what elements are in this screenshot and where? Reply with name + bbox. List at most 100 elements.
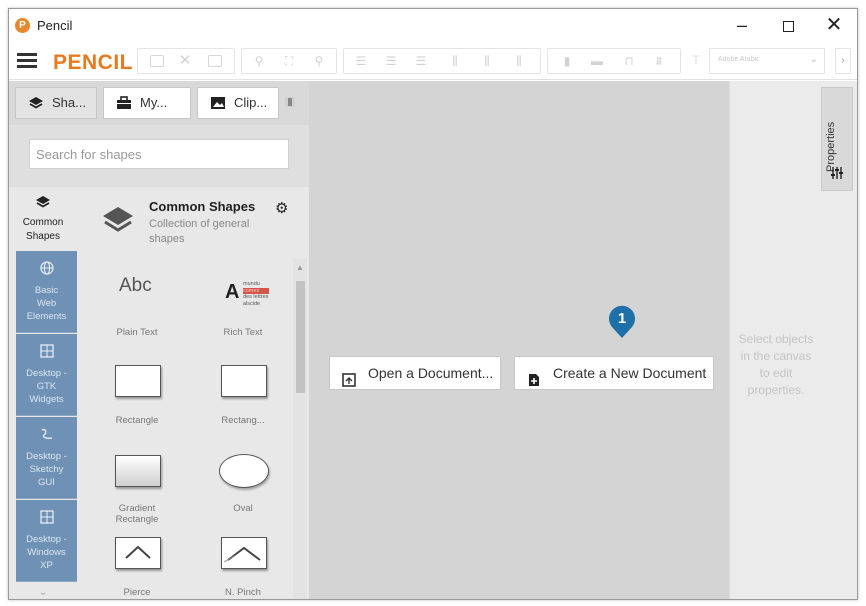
collection-label: Shapes xyxy=(26,231,60,242)
properties-tab[interactable]: Properties xyxy=(821,87,853,191)
shape-label: Plain Text xyxy=(116,327,158,338)
rich-text-line: alscide xyxy=(243,300,261,307)
main-toolbar: PENCIL ✕ ⚲ ⛶ ⚲ ☰ ☰ ☰ ⫼ ⫼ ⫼ ▮ ▬ ⊓ ⩩ ⊤ Ado… xyxy=(9,42,857,80)
shape-label: Gradient xyxy=(118,503,156,514)
font-family-value: Adobe Arabic xyxy=(718,56,760,63)
layers-icon xyxy=(28,96,44,110)
tab-clipart[interactable]: Clip... xyxy=(197,87,279,119)
window-title: Pencil xyxy=(37,18,73,33)
collection-label: GTK xyxy=(36,381,57,392)
align-center-icon[interactable]: ☰ xyxy=(384,55,398,67)
maximize-icon xyxy=(782,20,794,32)
briefcase-icon xyxy=(116,96,132,110)
pencil-logo-icon: P xyxy=(15,18,30,33)
ungroup-icon[interactable]: ⩩ xyxy=(652,55,666,67)
gear-icon[interactable]: ⚙ xyxy=(275,199,288,217)
bring-front-icon[interactable]: ▮ xyxy=(560,55,574,67)
collection-header: Common Shapes Collection of general shap… xyxy=(89,195,301,255)
tab-my-collections[interactable]: My... xyxy=(103,87,191,119)
collection-label: Sketchy xyxy=(29,464,64,475)
create-new-document-button[interactable]: Create a New Document xyxy=(514,356,714,390)
sliders-icon xyxy=(830,166,844,183)
shape-n-pinch[interactable]: N. Pinch xyxy=(195,529,291,599)
grid-icon xyxy=(16,510,77,527)
shape-label: Rectang... xyxy=(221,415,265,426)
shape-plain-text[interactable]: Abc Plain Text xyxy=(89,259,185,347)
font-family-select[interactable]: Adobe Arabic ⌄ xyxy=(709,48,825,74)
gradient-rectangle-preview xyxy=(115,455,161,487)
maximize-button[interactable] xyxy=(765,9,811,41)
app-window: P Pencil – ✕ PENCIL ✕ ⚲ ⛶ ⚲ ☰ ☰ ☰ ⫼ ⫼ ⫼ … xyxy=(8,8,858,600)
collection-label: GUI xyxy=(38,477,55,488)
align-bottom-icon[interactable]: ⫼ xyxy=(512,55,526,67)
shape-label: Rectangle xyxy=(115,514,159,525)
toolbar-overflow-button[interactable]: › xyxy=(835,48,851,74)
collection-label: Desktop - xyxy=(26,451,67,462)
send-back-icon[interactable]: ▬ xyxy=(590,55,604,67)
tab-shapes[interactable]: Sha... xyxy=(15,87,97,119)
collection-label: Desktop - xyxy=(26,534,67,545)
collection-desktop-sketchy[interactable]: Desktop - Sketchy GUI xyxy=(16,417,77,499)
arrange-tools-group: ▮ ▬ ⊓ ⩩ xyxy=(547,48,681,74)
collection-common-shapes[interactable]: Common Shapes xyxy=(9,187,77,251)
scroll-thumb[interactable] xyxy=(296,281,305,393)
grid-icon xyxy=(16,344,77,361)
collection-desktop-gtk[interactable]: Desktop - GTK Widgets xyxy=(16,334,77,416)
zoom-out-icon[interactable]: ⚲ xyxy=(312,55,326,67)
collection-label: Common xyxy=(22,217,64,228)
layers-icon xyxy=(101,205,135,235)
shape-rich-text[interactable]: A mundu comes des lettres alscide Rich T… xyxy=(195,259,291,347)
collection-label: XP xyxy=(40,560,53,571)
pin-icon[interactable] xyxy=(285,97,295,107)
fit-icon[interactable]: ⛶ xyxy=(282,55,296,67)
collection-basic-web-elements[interactable]: Basic Web Elements xyxy=(16,251,77,333)
zoom-tools-group: ⚲ ⛶ ⚲ xyxy=(241,48,337,74)
shape-list-scrollbar[interactable]: ▲ xyxy=(293,259,307,599)
paste-icon[interactable] xyxy=(208,55,222,67)
tab-my-collections-label: My... xyxy=(140,95,168,110)
rich-text-line: des lettres xyxy=(243,294,269,300)
new-page-icon[interactable] xyxy=(150,55,164,67)
shape-label: Oval xyxy=(233,503,253,514)
squiggle-icon xyxy=(16,427,77,444)
shape-search-area xyxy=(9,125,309,187)
align-top-icon[interactable]: ⫼ xyxy=(448,55,462,67)
canvas-area: Open a Document... Create a New Document… xyxy=(309,81,729,599)
n-pinch-preview xyxy=(221,537,267,569)
title-bar: P Pencil – ✕ xyxy=(9,9,857,41)
menu-icon[interactable] xyxy=(17,53,37,68)
minimize-button[interactable]: – xyxy=(719,9,765,41)
shapes-panel: Sha... My... Clip... Search for shapes C… xyxy=(9,81,309,599)
shape-oval[interactable]: Oval xyxy=(195,439,291,527)
chevron-down-icon[interactable]: ⌄ xyxy=(39,587,47,598)
zoom-in-icon[interactable]: ⚲ xyxy=(252,55,266,67)
shape-rectangle-2[interactable]: Rectang... xyxy=(195,349,291,437)
properties-panel: Select objects in the canvas to edit pro… xyxy=(729,81,821,599)
cut-icon[interactable]: ✕ xyxy=(178,53,192,68)
shape-gradient-rectangle[interactable]: Gradient Rectangle xyxy=(89,439,185,527)
shape-pierce[interactable]: Pierce xyxy=(89,529,185,599)
shape-rectangle[interactable]: Rectangle xyxy=(89,349,185,437)
format-painter-icon[interactable]: ⊤ xyxy=(689,54,703,66)
collection-desktop-windows-xp[interactable]: Desktop - Windows XP xyxy=(16,500,77,582)
image-icon xyxy=(210,96,226,110)
shape-preview: Abc xyxy=(119,275,152,296)
collection-label: Web xyxy=(36,298,57,309)
close-button[interactable]: ✕ xyxy=(811,9,857,41)
open-file-icon xyxy=(342,366,356,387)
search-input[interactable] xyxy=(29,139,289,169)
align-left-icon[interactable]: ☰ xyxy=(354,55,368,67)
open-document-button[interactable]: Open a Document... xyxy=(329,356,501,390)
rectangle-preview xyxy=(221,365,267,397)
align-right-icon[interactable]: ☰ xyxy=(414,55,428,67)
format-tools-group: ⊤ xyxy=(687,48,705,74)
rich-text-sample: mundu comes des lettres alscide xyxy=(243,281,269,307)
collection-label: Elements xyxy=(26,311,67,322)
align-middle-icon[interactable]: ⫼ xyxy=(480,55,494,67)
collection-label: Basic xyxy=(34,285,59,296)
tab-clipart-label: Clip... xyxy=(234,95,268,110)
group-icon[interactable]: ⊓ xyxy=(622,55,636,67)
shape-label: Rectangle xyxy=(115,415,159,426)
scroll-up-icon[interactable]: ▲ xyxy=(296,263,304,272)
shape-label: N. Pinch xyxy=(225,587,261,598)
